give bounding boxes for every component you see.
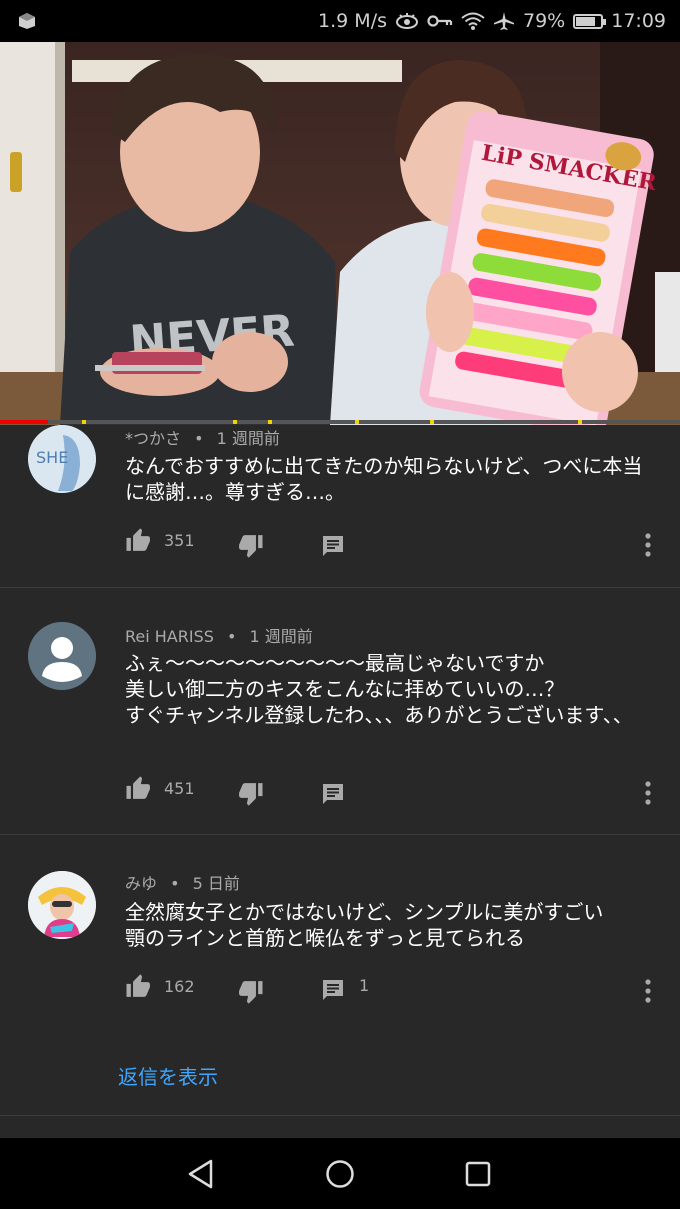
more-vert-icon [645,533,651,557]
notification-app-icon [19,13,35,29]
divider [0,1115,680,1116]
more-options-button[interactable] [643,532,653,558]
comment-text: なんでおすすめに出てきたのか知らないけど、つべに本当に感謝…。尊すぎる…。 [125,454,643,504]
divider [0,834,680,835]
recent-apps-icon[interactable] [465,1161,491,1187]
home-icon[interactable] [325,1159,355,1189]
comment-author[interactable]: *つかさ [125,429,181,448]
ad-marker [578,420,582,424]
comment-icon [323,784,343,804]
more-options-button[interactable] [643,780,653,806]
wifi-icon [461,12,485,30]
dislike-button[interactable] [237,782,264,806]
thumbs-up-icon [126,776,150,799]
like-button[interactable]: 162 [125,974,195,998]
like-count: 451 [164,778,195,798]
comment-actions: 351 [0,524,680,564]
avatar[interactable] [28,622,96,690]
comment-meta: Rei HARISS • 1 週間前 [125,627,313,646]
comment-actions: 162 1 [0,970,680,1010]
ad-marker [233,420,237,424]
comment-3: みゆ • 5 日前 全然腐女子とかではないけど、シンプルに美がすごい 顎のライン… [0,869,680,1115]
comment-author[interactable]: Rei HARISS [125,627,214,646]
reply-button[interactable] [321,534,345,558]
like-button[interactable]: 451 [125,776,195,800]
ad-marker [355,420,359,424]
reply-button[interactable] [321,782,345,806]
comment-meta: *つかさ • 1 週間前 [125,429,280,448]
eye-comfort-icon [396,13,418,29]
more-vert-icon [645,979,651,1003]
battery-icon [573,13,607,29]
divider [0,587,680,588]
status-bar: 1.9 M/s 79% 17:09 [0,0,680,42]
show-replies-link[interactable]: 返信を表示 [118,1061,218,1090]
clock: 17:09 [611,10,666,32]
comment-text: 全然腐女子とかではないけど、シンプルに美がすごい 顎のラインと首筋と喉仏をずっと… [125,900,604,950]
thumbs-up-icon [126,528,150,551]
comment-icon [323,536,343,556]
comment-icon [323,980,343,1000]
ad-marker [82,420,86,424]
comment-1: SHE *つかさ • 1 週間前 なんでおすすめに出てきたのか知らないけど、つべ… [0,425,680,587]
reply-count: 1 [359,975,370,995]
video-player[interactable]: NEVER LiP SMACKER [0,42,680,425]
ad-marker [430,420,434,424]
system-navigation-bar [0,1138,680,1209]
reply-button[interactable]: 1 [321,975,370,1002]
progress-played [0,420,48,424]
thumbs-down-icon [239,981,263,1004]
battery-percent: 79% [523,10,566,32]
comment-author[interactable]: みゆ [125,874,157,893]
like-count: 162 [164,976,195,996]
comment-text: ふぇ〜〜〜〜〜〜〜〜〜〜最高じゃないですか 美しい御二方のキスをこんなに拝めてい… [125,651,633,727]
vpn-key-icon [427,15,453,27]
comment-meta: みゆ • 5 日前 [125,874,240,893]
network-speed: 1.9 M/s [318,10,387,32]
more-vert-icon [645,781,651,805]
avatar-text: SHE [36,448,68,467]
thumbs-down-icon [239,783,263,806]
like-count: 351 [164,530,195,550]
comment-2: Rei HARISS • 1 週間前 ふぇ〜〜〜〜〜〜〜〜〜〜最高じゃないですか… [0,622,680,834]
thumbs-up-icon [126,974,150,997]
avatar[interactable] [28,871,96,939]
like-button[interactable]: 351 [125,528,195,552]
video-frame: NEVER LiP SMACKER [0,42,680,425]
video-progress-bar[interactable] [0,420,680,424]
back-icon[interactable] [186,1159,216,1189]
airplane-mode-icon [494,12,514,30]
dislike-button[interactable] [237,980,264,1004]
comment-time: 1 週間前 [249,627,313,646]
comment-actions: 451 [0,772,680,812]
comment-time: 5 日前 [192,874,240,893]
thumbs-down-icon [239,535,263,558]
ad-marker [268,420,272,424]
dislike-button[interactable] [237,534,264,558]
more-options-button[interactable] [643,978,653,1004]
comment-time: 1 週間前 [216,429,280,448]
avatar[interactable]: SHE [28,425,96,493]
